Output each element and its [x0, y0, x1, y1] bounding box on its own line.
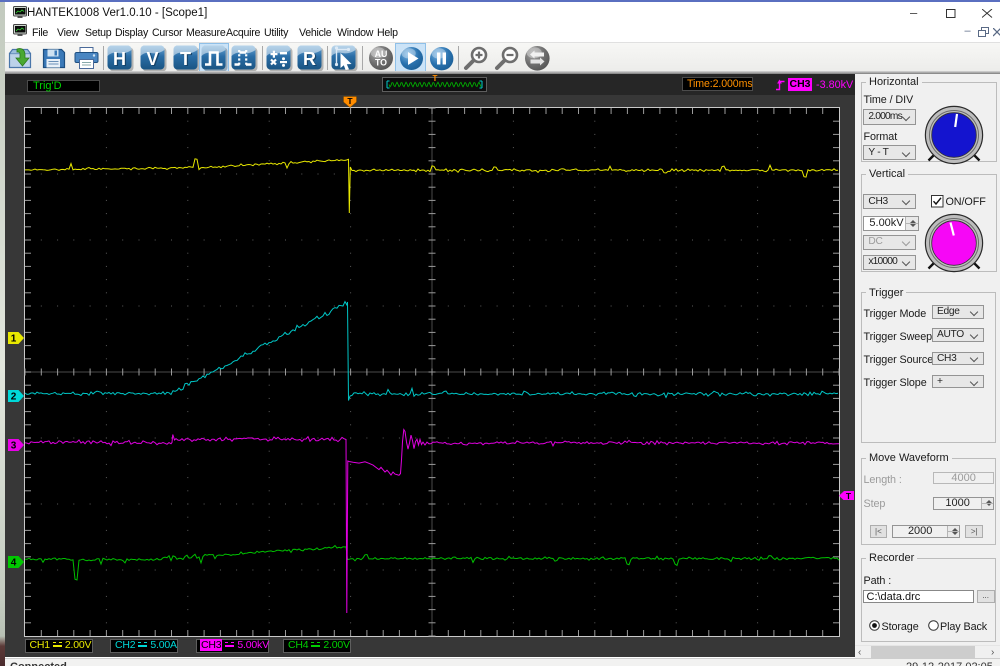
svg-text:3: 3 — [11, 441, 17, 452]
svg-text:T: T — [180, 49, 191, 69]
svg-text:T: T — [347, 96, 353, 106]
svg-text:V: V — [146, 49, 158, 69]
svg-text:2: 2 — [11, 392, 17, 403]
svg-text:4: 4 — [11, 558, 17, 569]
svg-text:R: R — [303, 49, 316, 69]
svg-text:TO: TO — [375, 58, 387, 68]
svg-text:T: T — [846, 491, 852, 501]
svg-text:1: 1 — [11, 334, 17, 345]
svg-text:T: T — [433, 74, 438, 83]
svg-text:H: H — [113, 49, 126, 69]
